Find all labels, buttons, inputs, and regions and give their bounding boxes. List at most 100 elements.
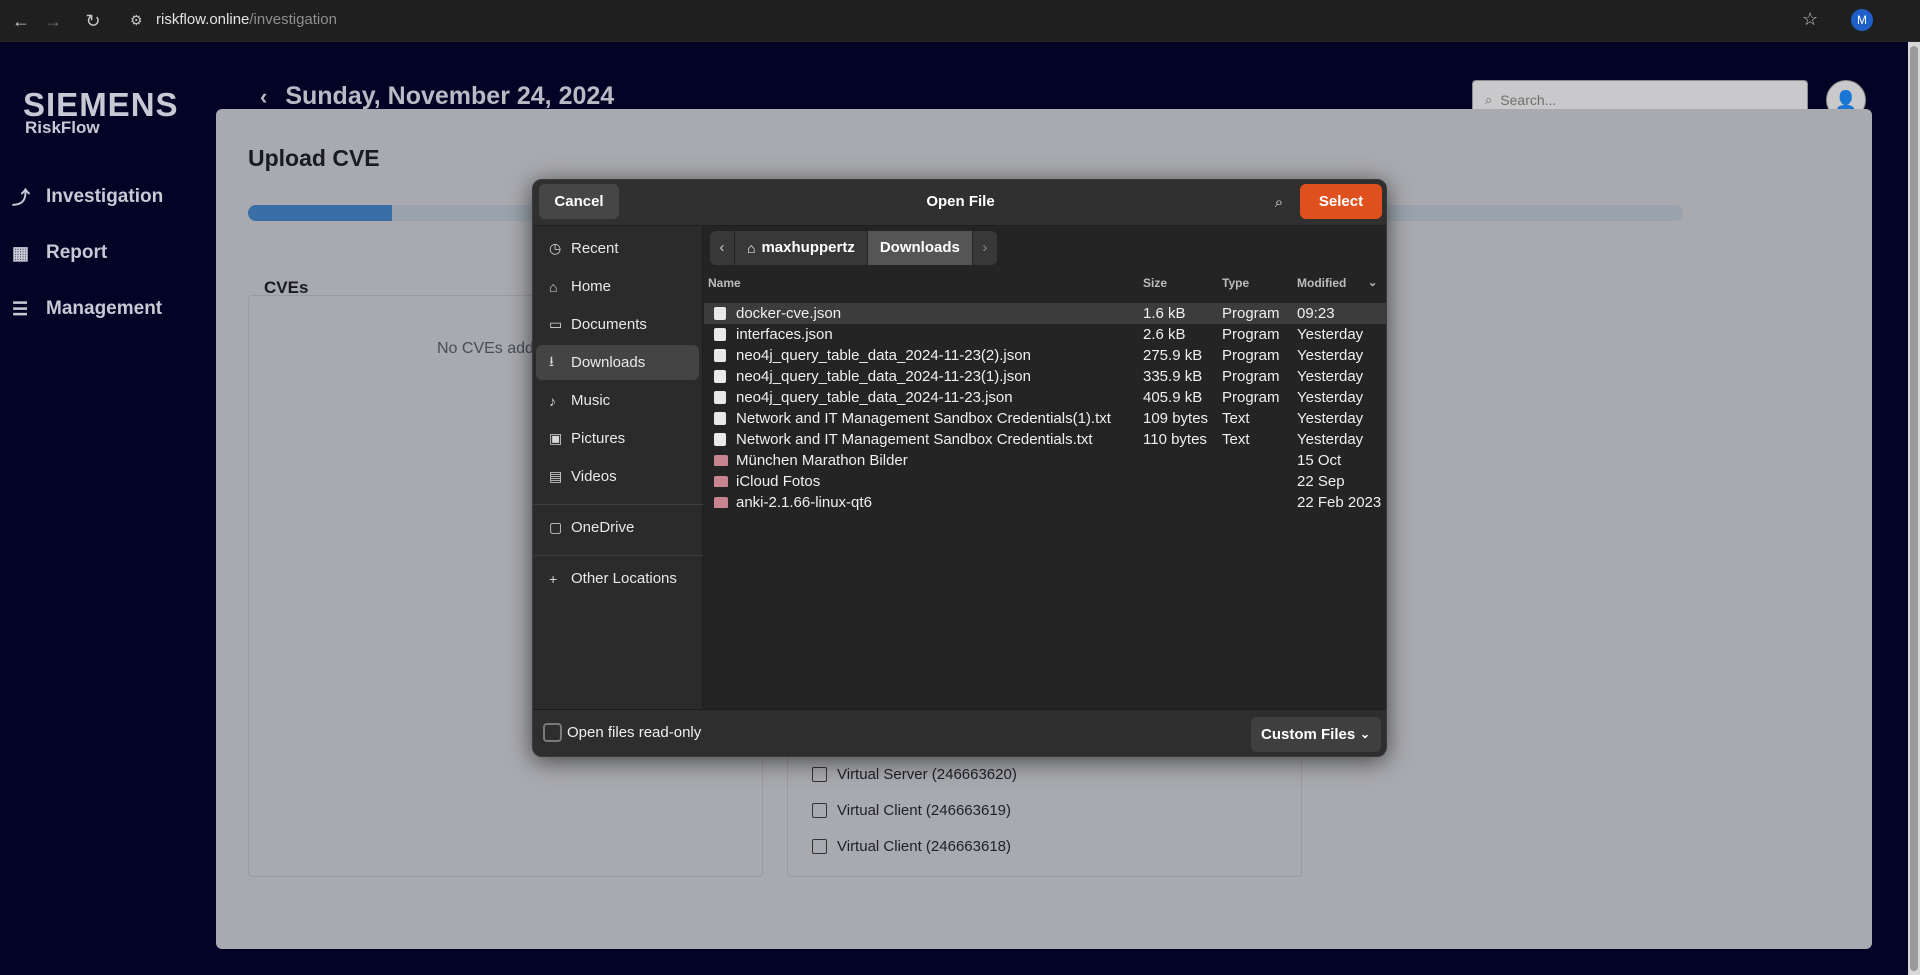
readonly-checkbox[interactable] (543, 723, 562, 742)
places-divider (533, 555, 703, 556)
file-row[interactable]: neo4j_query_table_data_2024-11-23.json 40… (704, 387, 1386, 408)
path-scroll-left-icon[interactable]: ‹ (710, 231, 734, 265)
file-row[interactable]: neo4j_query_table_data_2024-11-23(2).jso… (704, 345, 1386, 366)
file-modified: Yesterday (1297, 326, 1364, 343)
place-label: Music (571, 392, 611, 409)
folder-icon: ▢ (549, 519, 563, 535)
page-title: Sunday, November 24, 2024 (285, 82, 615, 110)
place-recent[interactable]: ◷ Recent (536, 231, 699, 266)
back-arrow-icon[interactable]: ← (8, 8, 34, 34)
file-modified: Yesterday (1297, 347, 1364, 364)
url-path: /investigation (249, 11, 337, 28)
route-icon: ⤴ (12, 188, 30, 208)
file-row[interactable]: München Marathon Bilder 15 Oct (704, 450, 1386, 471)
file-modified: Yesterday (1297, 389, 1364, 406)
site-settings-icon[interactable]: ⚙ (130, 12, 143, 29)
folder-icon (714, 455, 728, 466)
home-icon: ⌂ (747, 240, 756, 256)
panel-title: Upload CVE (248, 145, 380, 171)
column-header-modified[interactable]: Modified (1297, 276, 1346, 296)
list-check-icon: ☰ (12, 298, 29, 319)
file-row[interactable]: docker-cve.json 1.6 kB Program 09:23 (704, 303, 1386, 324)
document-icon: ▭ (549, 316, 563, 332)
reload-icon[interactable]: ↻ (80, 8, 106, 34)
place-home[interactable]: ⌂ Home (536, 269, 699, 304)
place-downloads[interactable]: ⭳ Downloads (536, 345, 699, 380)
address-bar[interactable]: riskflow.online/investigation (156, 11, 337, 28)
file-row[interactable]: interfaces.json 2.6 kB Program Yesterday (704, 324, 1386, 345)
picture-icon: ▣ (549, 430, 563, 446)
select-button[interactable]: Select (1300, 184, 1382, 219)
text-file-icon (714, 412, 726, 425)
file-icon (714, 307, 726, 320)
home-icon: ⌂ (549, 278, 558, 295)
forward-arrow-icon[interactable]: → (40, 8, 66, 34)
file-size: 110 bytes (1143, 431, 1207, 448)
browser-profile-avatar[interactable]: M (1851, 9, 1873, 31)
date-header: ‹ Sunday, November 24, 2024 (260, 82, 614, 111)
asset-checkbox[interactable] (812, 767, 827, 782)
file-row[interactable]: Network and IT Management Sandbox Creden… (704, 429, 1386, 450)
file-type: Text (1222, 410, 1250, 427)
file-name: Network and IT Management Sandbox Creden… (736, 410, 1111, 427)
file-filter-dropdown[interactable]: Custom Files ⌄ (1251, 717, 1381, 752)
chevron-down-icon: ⌄ (1359, 727, 1370, 741)
place-label: Downloads (571, 354, 646, 371)
place-label: Documents (571, 316, 647, 333)
readonly-label: Open files read-only (567, 724, 702, 741)
file-type: Program (1222, 368, 1280, 385)
column-header-size[interactable]: Size (1143, 276, 1167, 296)
file-filter-label: Custom Files (1261, 726, 1356, 743)
path-segment-label: maxhuppertz (761, 239, 855, 256)
path-segment-home[interactable]: ⌂ maxhuppertz (735, 231, 867, 265)
file-row[interactable]: Network and IT Management Sandbox Creden… (704, 408, 1386, 429)
column-header-name[interactable]: Name (708, 276, 741, 296)
path-scroll-right-icon[interactable]: › (972, 231, 997, 265)
chevron-left-icon[interactable]: ‹ (260, 84, 267, 110)
music-icon: ♪ (549, 392, 556, 409)
column-header-type[interactable]: Type (1222, 276, 1249, 296)
sidebar-item-investigation[interactable]: ⤴ Investigation (12, 182, 163, 212)
file-icon (714, 328, 726, 341)
place-documents[interactable]: ▭ Documents (536, 307, 699, 342)
sort-chevron-down-icon[interactable]: ⌄ (1368, 276, 1377, 296)
file-type: Text (1222, 431, 1250, 448)
search-icon[interactable]: ⌕ (1267, 191, 1291, 215)
file-modified: 22 Feb 2023 (1297, 494, 1382, 511)
cves-card-title: CVEs (264, 278, 309, 297)
place-pictures[interactable]: ▣ Pictures (536, 421, 699, 456)
places-divider (533, 504, 703, 505)
folder-icon (714, 476, 728, 487)
open-file-dialog: Cancel Open File ⌕ Select ◷ Recent ⌂ Home … (532, 179, 1387, 757)
asset-row[interactable]: Virtual Client (246663619) (812, 802, 1011, 819)
sidebar-item-label: Investigation (46, 186, 164, 207)
asset-label: Virtual Client (246663618) (837, 838, 1012, 855)
path-segment-current[interactable]: Downloads (867, 231, 972, 265)
place-music[interactable]: ♪ Music (536, 383, 699, 418)
file-row[interactable]: anki-2.1.66-linux-qt6 22 Feb 2023 (704, 492, 1386, 513)
place-onedrive[interactable]: ▢ OneDrive (536, 510, 699, 545)
place-label: Home (571, 278, 612, 295)
bookmark-star-icon[interactable]: ☆ (1802, 9, 1818, 30)
page-scrollbar-thumb[interactable] (1910, 46, 1918, 971)
plus-icon: + (549, 570, 558, 587)
asset-row[interactable]: Virtual Client (246663618) (812, 838, 1011, 855)
empty-state-text: No CVEs add (437, 340, 534, 357)
place-videos[interactable]: ▤ Videos (536, 459, 699, 494)
asset-checkbox[interactable] (812, 803, 827, 818)
sidebar-item-report[interactable]: ▦ Report (12, 238, 107, 268)
asset-row[interactable]: Virtual Server (246663620) (812, 766, 1017, 783)
file-name: iCloud Fotos (736, 473, 821, 490)
asset-label: Virtual Server (246663620) (837, 766, 1017, 783)
place-label: Videos (571, 468, 617, 485)
file-name: neo4j_query_table_data_2024-11-23(2).jso… (736, 347, 1031, 364)
file-modified: 09:23 (1297, 305, 1335, 322)
asset-checkbox[interactable] (812, 839, 827, 854)
place-other-locations[interactable]: + Other Locations (536, 561, 699, 596)
sidebar-item-management[interactable]: ☰ Management (12, 294, 162, 324)
file-modified: Yesterday (1297, 410, 1364, 427)
file-row[interactable]: neo4j_query_table_data_2024-11-23(1).jso… (704, 366, 1386, 387)
file-icon (714, 349, 726, 362)
file-row[interactable]: iCloud Fotos 22 Sep (704, 471, 1386, 492)
file-size: 1.6 kB (1143, 305, 1186, 322)
